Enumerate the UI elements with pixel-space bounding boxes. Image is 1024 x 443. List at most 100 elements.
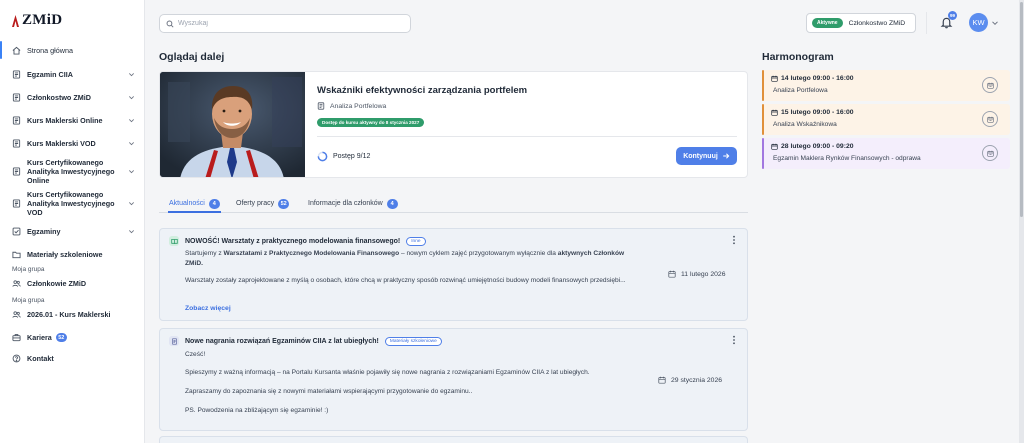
progress-ring-icon <box>317 151 328 162</box>
add-to-calendar-button[interactable] <box>982 111 998 127</box>
news-body: PS. Powodzenia na zbliżającym się egzami… <box>185 407 329 414</box>
search-box[interactable] <box>159 14 411 33</box>
tab-informacje[interactable]: Informacje dla członków 4 <box>308 195 398 212</box>
document-icon <box>171 337 177 345</box>
book-icon <box>317 102 325 110</box>
kariera-count-badge: 52 <box>55 333 67 342</box>
notifications-badge: 99 <box>948 11 957 20</box>
schedule-name: Egzamin Maklera Rynków Finansowych - odp… <box>773 155 921 162</box>
sidebar-item-kurs-maklerski-vod[interactable]: Kurs Maklerski VOD <box>0 132 145 155</box>
news-body-excerpt: Warsztaty zostały zaprojektowane z myślą… <box>185 277 626 284</box>
membership-label: Członkostwo ZMiD <box>848 19 906 27</box>
course-thumbnail[interactable] <box>160 72 305 177</box>
more-options-icon[interactable] <box>731 235 737 245</box>
schedule-color-bar <box>762 104 764 135</box>
schedule-time: 28 lutego 09:00 - 09:20 <box>771 143 854 150</box>
course-lesson-title[interactable]: Wskaźniki efektywności zarządzania portf… <box>317 85 527 96</box>
news-item[interactable]: NOWOŚĆ! Warsztaty z praktycznego modelow… <box>159 228 748 321</box>
news-date-text: 29 stycznia 2026 <box>671 376 723 384</box>
sidebar-item-label: Kurs Maklerski Online <box>27 116 103 125</box>
calendar-icon <box>771 75 778 82</box>
sidebar-item-home[interactable]: Strona główna <box>0 40 145 60</box>
tab-aktualnosci[interactable]: Aktualności 4 <box>168 195 221 213</box>
add-to-calendar-button[interactable] <box>982 145 998 161</box>
sidebar-item-kontakt[interactable]: Kontakt <box>0 348 145 369</box>
arrow-right-icon <box>722 153 730 159</box>
book-icon <box>12 93 21 102</box>
schedule-time-text: 15 lutego 09:00 - 16:00 <box>781 109 854 116</box>
search-input[interactable] <box>178 20 398 27</box>
chevron-down-icon <box>129 119 134 123</box>
continue-button-label: Kontynuuj <box>683 152 718 160</box>
logo-mark-icon <box>12 14 19 27</box>
news-tag: Materiały szkoleniowe <box>384 337 442 346</box>
news-date: 29 stycznia 2026 <box>658 376 722 384</box>
news-title[interactable]: Nowe nagrania rozwiązań Egzaminów CIIA z… <box>185 337 442 346</box>
see-more-link[interactable]: Zobacz więcej <box>185 305 231 312</box>
sidebar-item-label: Strona główna <box>27 45 73 55</box>
schedule-item[interactable]: 14 lutego 09:00 - 16:00 Analiza Portfelo… <box>762 70 1010 101</box>
sidebar-nav: Strona główna Egzamin CIIA Członkostwo Z… <box>0 40 145 369</box>
schedule-time-text: 28 lutego 09:00 - 09:20 <box>781 143 854 150</box>
sidebar-item-label: Egzamin CIIA <box>27 70 73 79</box>
sidebar-item-label: Kurs Certyfikowanego Analityka Inwestycy… <box>27 157 115 185</box>
news-item[interactable]: Nowe nagrania rozwiązań Egzaminów CIIA z… <box>159 328 748 431</box>
tab-label: Informacje dla członków <box>308 200 383 207</box>
news-date: 11 lutego 2026 <box>668 270 725 278</box>
page-scrollbar[interactable] <box>1019 0 1024 443</box>
book-icon <box>12 70 21 79</box>
sidebar-item-kurs-cai-online[interactable]: Kurs Certyfikowanego Analityka Inwestycy… <box>0 155 145 187</box>
users-icon <box>12 311 21 318</box>
schedule-item[interactable]: 28 lutego 09:00 - 09:20 Egzamin Maklera … <box>762 138 1010 169</box>
sidebar-item-label: Materiały szkoleniowe <box>27 249 103 259</box>
folder-icon <box>12 251 21 258</box>
sidebar-item-czlonkostwo[interactable]: Członkostwo ZMiD <box>0 86 145 109</box>
calendar-icon <box>986 150 994 157</box>
news-title[interactable]: NOWOŚĆ! Warsztaty z praktycznego modelow… <box>185 237 426 246</box>
sidebar-item-label: Egzaminy <box>27 226 61 236</box>
sidebar-item-egzaminy[interactable]: Egzaminy <box>0 219 145 243</box>
news-date-text: 11 lutego 2026 <box>681 270 726 278</box>
continue-card[interactable]: Wskaźniki efektywności zarządzania portf… <box>159 71 748 178</box>
avatar[interactable]: KW <box>969 13 988 32</box>
news-text: – nowym cyklem zajęć przygotowanym wyłąc… <box>399 250 558 257</box>
news-title-text: NOWOŚĆ! Warsztaty z praktycznego modelow… <box>185 238 401 245</box>
scrollbar-thumb[interactable] <box>1020 2 1023 217</box>
tab-oferty-pracy[interactable]: Oferty pracy 52 <box>236 195 290 212</box>
more-options-icon[interactable] <box>731 335 737 345</box>
home-icon <box>12 46 21 55</box>
users-icon <box>12 280 21 287</box>
sidebar-item-egzamin-ciia[interactable]: Egzamin CIIA <box>0 63 145 86</box>
news-tabs: Aktualności 4 Oferty pracy 52 Informacje… <box>159 191 748 213</box>
briefcase-icon <box>12 334 21 342</box>
sidebar-item-label: Członkostwo ZMiD <box>27 93 91 102</box>
card-divider <box>317 136 737 137</box>
group-label: Moja grupa <box>12 266 45 273</box>
access-badge: Dostęp do kursu aktywny do 8 stycznia 20… <box>317 118 425 127</box>
sidebar-item-czlonkowie[interactable]: Członkowie ZMiD <box>0 275 145 292</box>
book-icon <box>12 198 21 208</box>
chevron-down-icon <box>129 142 134 146</box>
membership-status-badge: Aktywne <box>812 18 843 28</box>
progress-label: Postęp 9/12 <box>333 153 371 160</box>
news-body: Spieszymy z ważną informacją – na Portal… <box>185 369 590 376</box>
sidebar-item-kurs-maklerski-online[interactable]: Kurs Maklerski Online <box>0 109 145 132</box>
logo[interactable]: ZMiD <box>12 12 62 29</box>
header-divider <box>926 12 927 34</box>
sidebar-item-label: Kontakt <box>27 354 54 363</box>
chevron-down-icon[interactable] <box>991 19 999 27</box>
news-category-icon <box>169 336 179 346</box>
news-text-bold: Warsztatami z Praktycznego Modelowania F… <box>223 250 400 257</box>
schedule-item[interactable]: 15 lutego 09:00 - 16:00 Analiza Wskaźnik… <box>762 104 1010 135</box>
chevron-down-icon <box>129 96 134 100</box>
add-to-calendar-button[interactable] <box>982 77 998 93</box>
tab-label: Oferty pracy <box>236 200 275 207</box>
membership-status[interactable]: Aktywne Członkostwo ZMiD <box>806 13 916 33</box>
sidebar-item-kurs-cai-vod[interactable]: Kurs Certyfikowanego Analityka Inwestycy… <box>0 187 145 219</box>
sidebar-item-kurs-grupa[interactable]: 2026.01 - Kurs Maklerski <box>0 306 145 323</box>
sidebar-item-materialy[interactable]: Materiały szkoleniowe <box>0 243 145 265</box>
continue-button[interactable]: Kontynuuj <box>676 147 737 165</box>
calendar-icon <box>986 116 994 123</box>
news-text: Startujemy z <box>185 250 224 257</box>
sidebar-item-kariera[interactable]: Kariera 52 <box>0 327 145 348</box>
